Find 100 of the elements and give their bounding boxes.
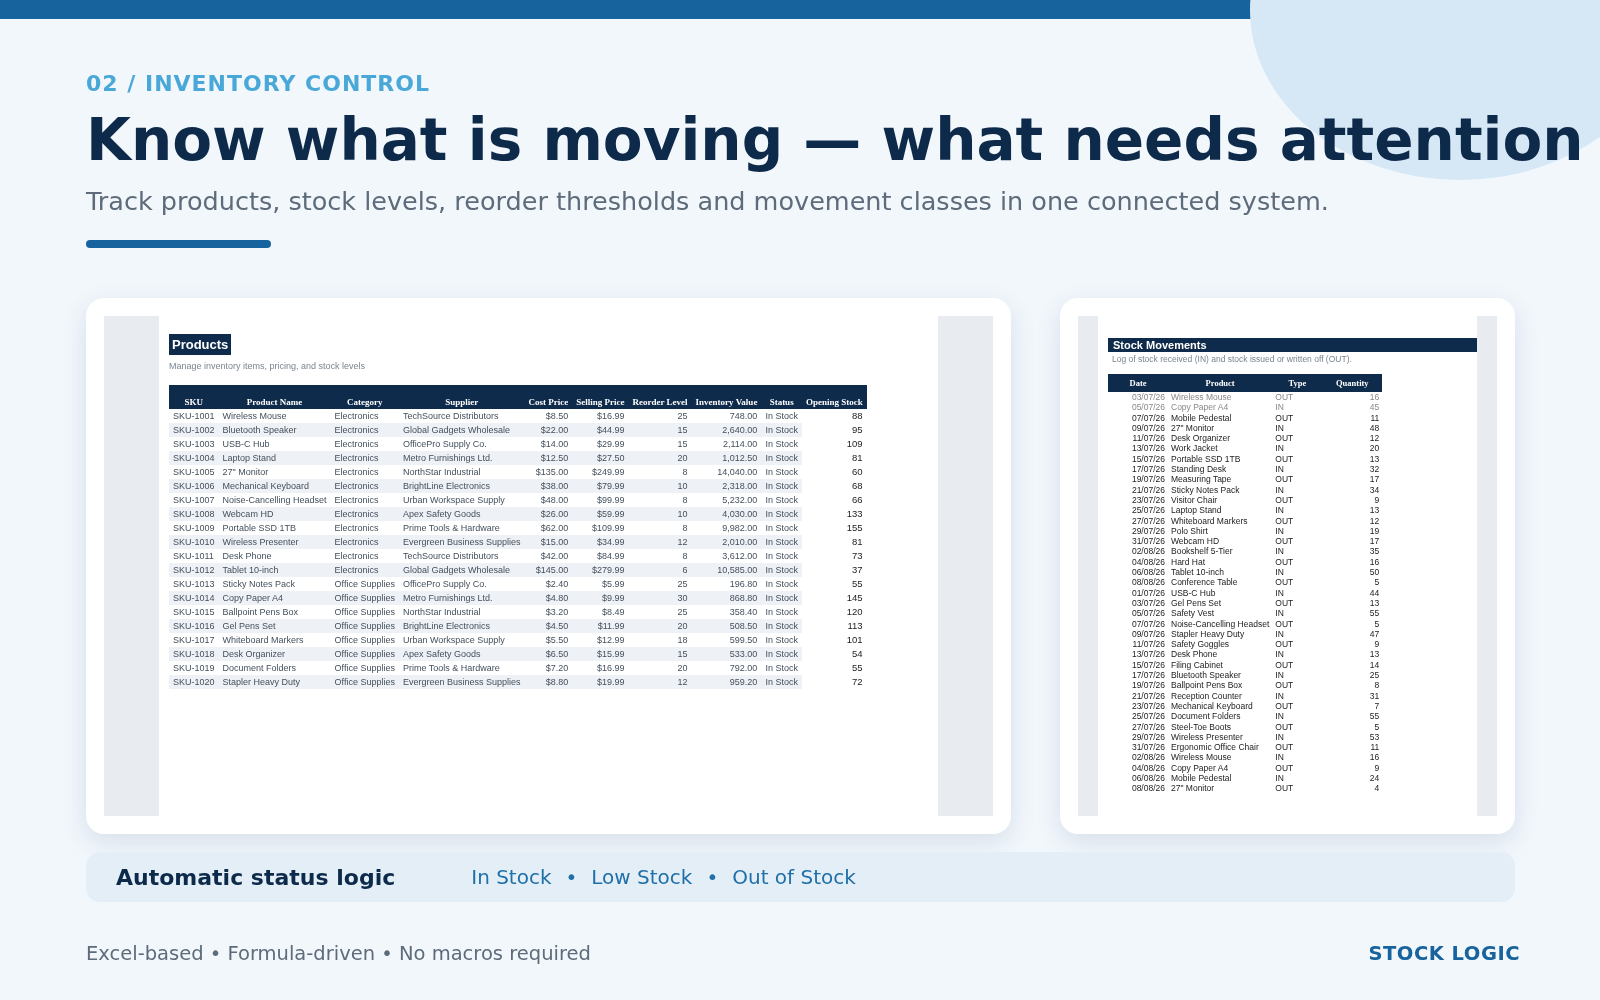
table-cell: SKU-1010 — [169, 535, 219, 549]
footer-note: Excel-based • Formula-driven • No macros required — [86, 942, 591, 965]
table-cell-text: Webcam HD — [1170, 536, 1221, 547]
table-cell: $19.99 — [572, 675, 629, 689]
table-cell: Electronics — [330, 479, 399, 493]
table-cell-text: 27/07/26 — [1130, 515, 1166, 526]
table-cell-text: Sticky Notes Pack — [1170, 484, 1241, 495]
subtitle: Track products, stock levels, reorder thresholds and movement classes in one connected system. — [86, 186, 1330, 216]
table-cell-text: Mechanical Keyboard — [1170, 700, 1254, 712]
table-cell: 10,585.00 — [691, 563, 762, 577]
table-cell-text: IN — [1274, 505, 1285, 516]
table-cell-text: 16 — [1368, 752, 1381, 763]
table-cell-text: OUT — [1274, 433, 1295, 444]
table-cell-text: 13/07/26 — [1130, 443, 1166, 454]
table-cell: In Stock — [761, 619, 802, 633]
table-cell-text: 50 — [1368, 567, 1381, 578]
column-header: Supplier — [398, 385, 525, 409]
table-cell-text: Wireless Mouse — [1170, 392, 1233, 403]
table-cell: $8.80 — [524, 675, 573, 689]
table-cell-text: Safety Vest — [1170, 608, 1215, 619]
table-cell-text: Document Folders — [1170, 711, 1242, 722]
table-cell: $27.50 — [572, 451, 629, 465]
table-cell-text: 5 — [1373, 618, 1381, 629]
table-cell: Electronics — [330, 423, 399, 437]
table-cell: $34.99 — [572, 535, 629, 549]
table-cell-text: Mobile Pedestal — [1170, 773, 1233, 784]
table-cell-text: 9 — [1373, 639, 1381, 650]
column-header: Reorder Level — [628, 385, 692, 409]
table-cell-text: IN — [1274, 422, 1285, 434]
table-cell-text: 27/07/26 — [1130, 721, 1166, 732]
status-name: Out of Stock — [732, 865, 856, 889]
table-cell-text: OUT — [1274, 453, 1295, 465]
table-cell-text: 06/08/26 — [1130, 773, 1166, 784]
table-cell-text: 55 — [1368, 608, 1381, 619]
table-cell-text: OUT — [1274, 536, 1295, 547]
table-cell: Office Supplies — [330, 591, 399, 605]
table-cell-text: Wireless Mouse — [1170, 752, 1233, 763]
table-cell: SKU-1012 — [169, 563, 219, 577]
brand-name: STOCK LOGIC — [1368, 942, 1520, 965]
table-cell-text: OUT — [1274, 597, 1295, 609]
table-cell-text: 31/07/26 — [1130, 536, 1166, 547]
table-cell: BrightLine Electronics — [398, 479, 525, 493]
table-cell-text: 13/07/26 — [1130, 649, 1166, 660]
sheet-caption: Log of stock received (IN) and stock issued or written off (OUT). — [1112, 354, 1353, 364]
table-cell-text: Gel Pens Set — [1170, 597, 1223, 609]
table-cell: In Stock — [761, 451, 802, 465]
table-cell-text: 27" Monitor — [1170, 422, 1216, 434]
table-cell-text: OUT — [1274, 783, 1295, 794]
table-cell-text: 11 — [1369, 412, 1381, 423]
table-cell-text: 32 — [1368, 464, 1381, 475]
table-cell-text: 05/07/26 — [1130, 608, 1166, 619]
table-cell-text: 04/08/26 — [1130, 762, 1166, 773]
table-cell-text: 55 — [1368, 711, 1381, 722]
table-cell-text: Stapler Heavy Duty — [1170, 628, 1246, 640]
table-cell: SKU-1020 — [169, 675, 219, 689]
table-cell-text: OUT — [1274, 700, 1295, 712]
section-label: 02 / INVENTORY CONTROL — [86, 71, 431, 96]
status-name: Low Stock — [591, 865, 693, 889]
table-cell-text: 12 — [1368, 515, 1381, 526]
table-cell-text: 19/07/26 — [1130, 680, 1166, 691]
table-cell: 15 — [628, 423, 692, 437]
table-cell: Electronics — [330, 451, 399, 465]
table-cell-text: IN — [1274, 690, 1285, 701]
table-cell-text: OUT — [1274, 515, 1295, 526]
table-cell: 20 — [628, 619, 692, 633]
table-cell-text: Conference Table — [1170, 577, 1239, 588]
table-cell: In Stock — [761, 647, 802, 661]
table-cell-text: Mobile Pedestal — [1170, 412, 1233, 423]
table-cell-text: Bluetooth Speaker — [1170, 670, 1242, 681]
table-cell: $12.50 — [524, 451, 573, 465]
table-cell: In Stock — [761, 423, 802, 437]
table-cell: 15 — [628, 647, 692, 661]
table-cell-text: Whiteboard Markers — [1170, 515, 1249, 526]
table-cell-text: OUT — [1274, 742, 1295, 753]
table-cell: SKU-1008 — [169, 507, 219, 521]
table-cell: SKU-1018 — [169, 647, 219, 661]
table-cell-text: 03/07/26 — [1130, 597, 1166, 609]
table-cell: In Stock — [761, 507, 802, 521]
table-cell-text: 13 — [1368, 597, 1381, 609]
table-cell-text: Desk Organizer — [1170, 433, 1232, 444]
table-cell-text: 35 — [1368, 546, 1381, 557]
table-cell-text: IN — [1274, 628, 1285, 640]
table-cell-text: 8 — [1373, 680, 1381, 691]
table-cell: 4,030.00 — [691, 507, 762, 521]
table-cell-text: Desk Phone — [1170, 649, 1219, 660]
table-cell: $145.00 — [524, 563, 573, 577]
table-cell-text: 5 — [1373, 577, 1381, 588]
table-cell-text: 29/07/26 — [1130, 525, 1166, 537]
table-cell: 20 — [628, 451, 692, 465]
table-cell-text: IN — [1274, 731, 1285, 743]
table-cell-text: OUT — [1274, 618, 1295, 629]
table-cell: 959.20 — [691, 675, 762, 689]
table-cell-text: 17 — [1368, 474, 1381, 485]
table-cell: Office Supplies — [330, 675, 399, 689]
sheet-title: Products — [169, 334, 232, 355]
table-cell-text: Visitor Chair — [1170, 494, 1219, 506]
table-cell-text: 17/07/26 — [1130, 670, 1166, 681]
table-cell-text: IN — [1274, 773, 1285, 784]
column-header: Inventory Value — [691, 385, 762, 409]
table-cell-text: 48 — [1368, 422, 1381, 434]
